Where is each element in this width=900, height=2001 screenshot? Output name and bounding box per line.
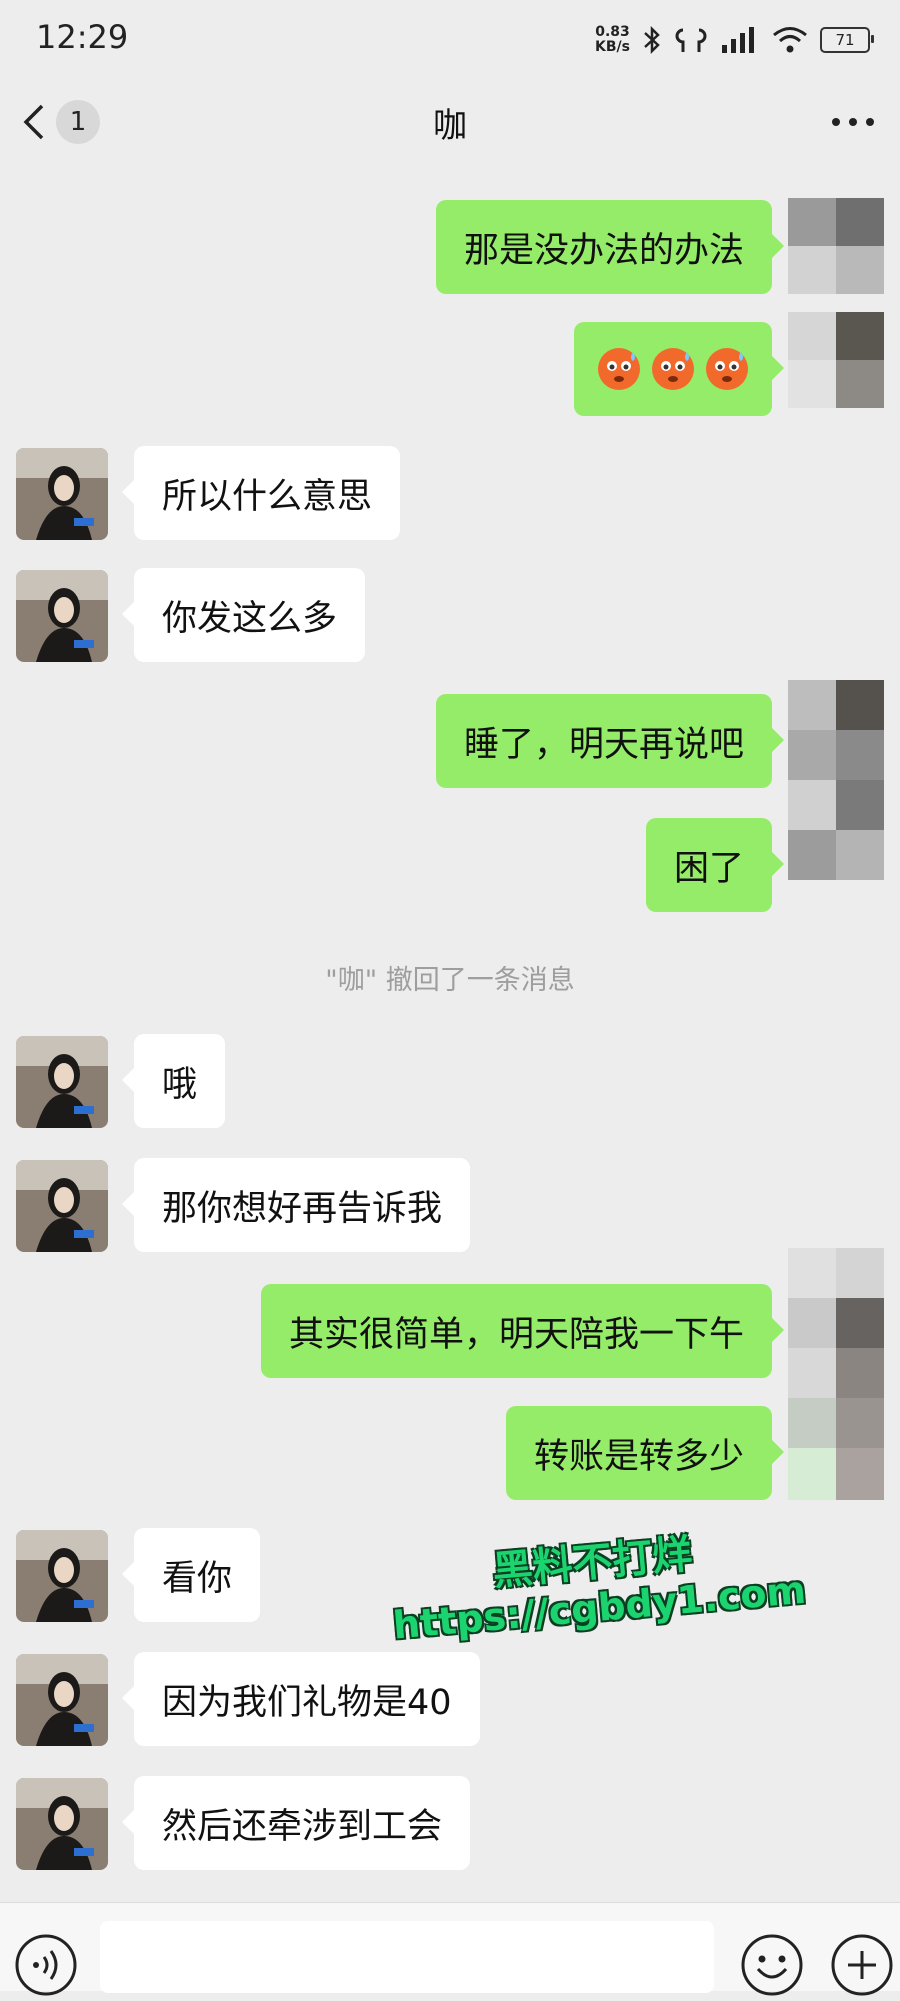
avatar-self-pixelated[interactable] xyxy=(788,312,884,408)
avatar-contact[interactable] xyxy=(16,1036,108,1128)
message-bubble-sent[interactable]: 睡了，明天再说吧 xyxy=(435,694,785,788)
voice-icon xyxy=(15,1934,77,1996)
message-input[interactable] xyxy=(100,1921,714,1993)
voice-button[interactable] xyxy=(14,1933,78,2001)
message-bubble-sent-emoji[interactable] xyxy=(574,322,784,416)
avatar-contact[interactable] xyxy=(16,1530,108,1622)
plus-icon xyxy=(831,1934,893,1996)
message-bubble-received[interactable]: 看你 xyxy=(121,1528,261,1622)
status-icons: 0.83 KB/s 71 xyxy=(595,20,874,60)
network-speed: 0.83 KB/s xyxy=(595,24,630,55)
cold-sweat-emoji xyxy=(652,348,694,390)
message-bubble-sent[interactable]: 其实很简单，明天陪我一下午 xyxy=(260,1284,785,1378)
message-bubble-sent[interactable]: 转账是转多少 xyxy=(505,1406,785,1500)
avatar-contact[interactable] xyxy=(16,448,108,540)
message-bubble-received[interactable]: 那你想好再告诉我 xyxy=(121,1158,471,1252)
chat-input-bar xyxy=(0,1902,900,1996)
message-bubble-received[interactable]: 所以什么意思 xyxy=(121,446,401,540)
emoji-icon xyxy=(741,1934,803,1996)
wifi-icon xyxy=(773,27,807,53)
battery-icon: 71 xyxy=(820,27,874,53)
avatar-self-pixelated[interactable] xyxy=(788,198,884,294)
cold-sweat-emoji xyxy=(598,348,640,390)
status-bar: 12:29 0.83 KB/s 71 xyxy=(0,0,900,80)
chat-header: 1 咖 xyxy=(0,80,900,168)
more-dots-icon xyxy=(832,118,874,126)
avatar-self-pixelated[interactable] xyxy=(788,680,884,880)
more-functions-button[interactable] xyxy=(830,1933,894,2001)
message-bubble-sent[interactable]: 那是没办法的办法 xyxy=(435,200,785,294)
message-bubble-received[interactable]: 然后还牵涉到工会 xyxy=(121,1776,471,1870)
earbuds-icon xyxy=(675,28,707,52)
bluetooth-icon xyxy=(644,25,660,55)
avatar-contact[interactable] xyxy=(16,570,108,662)
signal-icon xyxy=(722,27,754,53)
message-bubble-received[interactable]: 哦 xyxy=(121,1034,226,1128)
avatar-contact[interactable] xyxy=(16,1778,108,1870)
message-recalled-notice: "咖" 撤回了一条消息 xyxy=(325,965,575,996)
emoji-button[interactable] xyxy=(740,1933,804,2001)
message-bubble-sent[interactable]: 困了 xyxy=(645,818,785,912)
avatar-self-pixelated[interactable] xyxy=(788,1248,884,1500)
more-options-button[interactable] xyxy=(828,102,878,142)
message-bubble-received[interactable]: 你发这么多 xyxy=(121,568,366,662)
chat-title: 咖 xyxy=(433,106,467,146)
avatar-contact[interactable] xyxy=(16,1160,108,1252)
watermark-overlay: 黑料不打烊 https://cgbdy1.com xyxy=(386,1508,807,1693)
avatar-contact[interactable] xyxy=(16,1654,108,1746)
status-time: 12:29 xyxy=(36,18,129,56)
cold-sweat-emoji xyxy=(706,348,748,390)
